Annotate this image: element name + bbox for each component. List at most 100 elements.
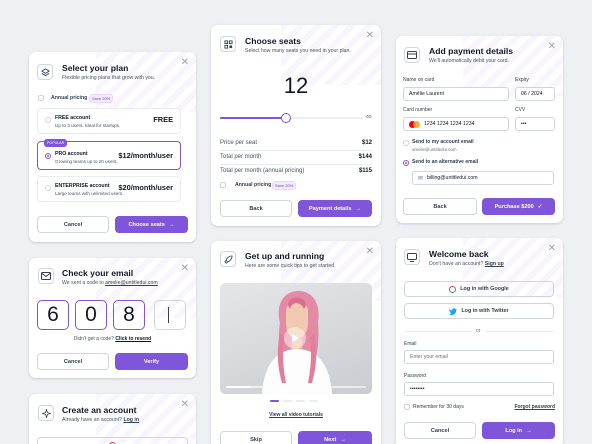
mail-icon: ✉ xyxy=(418,175,424,182)
cancel-button[interactable]: Cancel xyxy=(37,353,109,370)
card-number-value: 1234 1234 1234 1234 xyxy=(424,121,475,127)
close-icon[interactable]: ✕ xyxy=(366,31,374,41)
plan-option-pro[interactable]: POPULAR PRO account Growing teams up to … xyxy=(37,139,181,170)
twitter-login-button[interactable]: Log in with Twitter xyxy=(404,303,554,319)
check-email-title: Check your email xyxy=(62,268,134,278)
login-label: Log in xyxy=(505,427,523,434)
code-digit-3[interactable]: 8 xyxy=(113,300,145,330)
welcome-title: Welcome back xyxy=(429,249,489,259)
plan-title: Select your plan xyxy=(62,63,129,73)
back-button[interactable]: Back xyxy=(403,198,477,215)
card-number-input[interactable]: 1234 1234 1234 1234 xyxy=(403,117,509,131)
google-login-button[interactable]: Log in with Google xyxy=(404,281,554,297)
payment-details-label: Payment details xyxy=(308,205,352,212)
plan-radio[interactable] xyxy=(45,153,51,159)
video-progress-fill xyxy=(226,386,252,388)
signup-link[interactable]: Sign up xyxy=(485,261,504,267)
twitter-icon xyxy=(449,307,458,315)
rocket-icon xyxy=(220,251,236,267)
remember-checkbox[interactable] xyxy=(404,404,410,410)
plan-name: PRO account xyxy=(55,151,88,157)
forgot-password-link[interactable]: Forgot password xyxy=(514,404,555,410)
account-email-radio[interactable] xyxy=(403,140,409,146)
payment-details-button[interactable]: Payment details → xyxy=(298,200,372,217)
verify-button[interactable]: Verify xyxy=(115,353,188,370)
alternative-email-radio[interactable] xyxy=(403,160,409,166)
welcome-card: ✕ Welcome back Don't have an account? Si… xyxy=(396,238,563,444)
arrow-right-icon: → xyxy=(168,221,175,228)
close-icon[interactable]: ✕ xyxy=(181,400,189,410)
login-link[interactable]: Log in xyxy=(123,417,139,423)
carousel-dot[interactable] xyxy=(283,400,292,402)
seats-subtitle: Select how many seats you need in your p… xyxy=(245,48,351,54)
skip-button[interactable]: Skip xyxy=(220,431,292,444)
back-button[interactable]: Back xyxy=(220,200,292,217)
password-label: Password xyxy=(404,373,426,379)
code-digit-1[interactable]: 6 xyxy=(37,300,69,330)
check-email-subtitle: We sent a code to amelie@untitledui.com xyxy=(62,280,158,286)
alternative-email-input[interactable]: ✉ billing@untitledui.com xyxy=(412,171,554,185)
google-signup-button[interactable] xyxy=(37,437,188,444)
choose-seats-button[interactable]: Choose seats → xyxy=(115,216,188,233)
grid-icon xyxy=(220,36,236,52)
carousel-dot-active[interactable] xyxy=(270,400,279,402)
cvv-value: ••• xyxy=(521,121,527,127)
play-button[interactable] xyxy=(284,327,306,349)
account-email-label: Send to my account email xyxy=(412,139,474,145)
subtitle-text: We sent a code to xyxy=(62,280,106,286)
close-icon[interactable]: ✕ xyxy=(181,58,189,68)
annual-pricing-checkbox[interactable] xyxy=(38,95,44,101)
next-button[interactable]: Next → xyxy=(298,431,372,444)
email-link[interactable]: amelie@untitledui.com xyxy=(105,280,158,286)
plan-card: ✕ Select your plan Flexible pricing plan… xyxy=(29,52,196,242)
video-card: ✕ Get up and running Here are some quick… xyxy=(211,241,381,444)
slider-thumb[interactable] xyxy=(280,113,291,123)
plan-option-enterprise[interactable]: ENTERPRISE account Large teams with unli… xyxy=(37,176,181,202)
code-digit-2[interactable]: 0 xyxy=(75,300,107,330)
plan-description: Large teams with unlimited users. xyxy=(55,191,124,196)
plan-radio[interactable] xyxy=(45,185,51,191)
welcome-subtitle: Don't have an account? Sign up xyxy=(429,261,504,267)
close-icon[interactable]: ✕ xyxy=(181,264,189,274)
name-on-card-input[interactable]: Amélie Laurent xyxy=(403,87,509,101)
close-icon[interactable]: ✕ xyxy=(366,247,374,257)
save-badge: Save 20% xyxy=(89,94,114,103)
seat-slider[interactable] xyxy=(220,113,363,123)
password-input[interactable]: •••••••• xyxy=(404,382,554,396)
expiry-input[interactable]: 06 / 2024 xyxy=(515,87,555,101)
password-value: •••••••• xyxy=(410,386,425,392)
name-on-card-label: Name on card xyxy=(403,77,435,83)
annual-pricing-checkbox[interactable] xyxy=(220,182,226,188)
card-number-label: Card number xyxy=(403,107,433,113)
carousel-dot[interactable] xyxy=(309,400,318,402)
code-digit-4[interactable] xyxy=(154,300,186,330)
video-progress-bar[interactable] xyxy=(226,386,366,388)
plan-option-free[interactable]: FREE account Up to 3 users. Ideal for st… xyxy=(37,108,181,134)
close-icon[interactable]: ✕ xyxy=(548,244,556,254)
resend-link[interactable]: Click to resend xyxy=(115,336,151,342)
video-tutorials-link[interactable]: View all video tutorials xyxy=(211,412,381,418)
resend-prefix: Didn't get a code? xyxy=(73,336,116,342)
cancel-button[interactable]: Cancel xyxy=(37,216,109,233)
subtitle-text: Don't have an account? xyxy=(429,261,485,267)
carousel-dots xyxy=(270,400,318,402)
cancel-button[interactable]: Cancel xyxy=(404,422,476,439)
google-icon xyxy=(449,285,457,293)
login-button[interactable]: Log in → xyxy=(482,422,555,439)
carousel-dot[interactable] xyxy=(296,400,305,402)
close-icon[interactable]: ✕ xyxy=(548,42,556,52)
divider-left xyxy=(404,331,472,332)
video-title: Get up and running xyxy=(245,251,325,261)
video-player[interactable] xyxy=(220,283,372,394)
email-input[interactable]: Enter your email xyxy=(404,350,554,364)
next-label: Next xyxy=(324,436,337,443)
price-per-seat-label: Price per seat xyxy=(220,140,258,146)
alternative-email-label: Send to an alternative email xyxy=(412,159,479,165)
expiry-label: Expiry xyxy=(515,77,529,83)
create-account-subtitle: Already have an account? Log in xyxy=(62,417,139,423)
purchase-button[interactable]: Purchase $200 ✓ xyxy=(482,198,555,215)
plan-description: Growing teams up to 20 users. xyxy=(55,159,118,164)
cancel-label: Cancel xyxy=(63,358,83,365)
cvv-input[interactable]: ••• xyxy=(515,117,555,131)
plan-radio[interactable] xyxy=(45,117,51,123)
